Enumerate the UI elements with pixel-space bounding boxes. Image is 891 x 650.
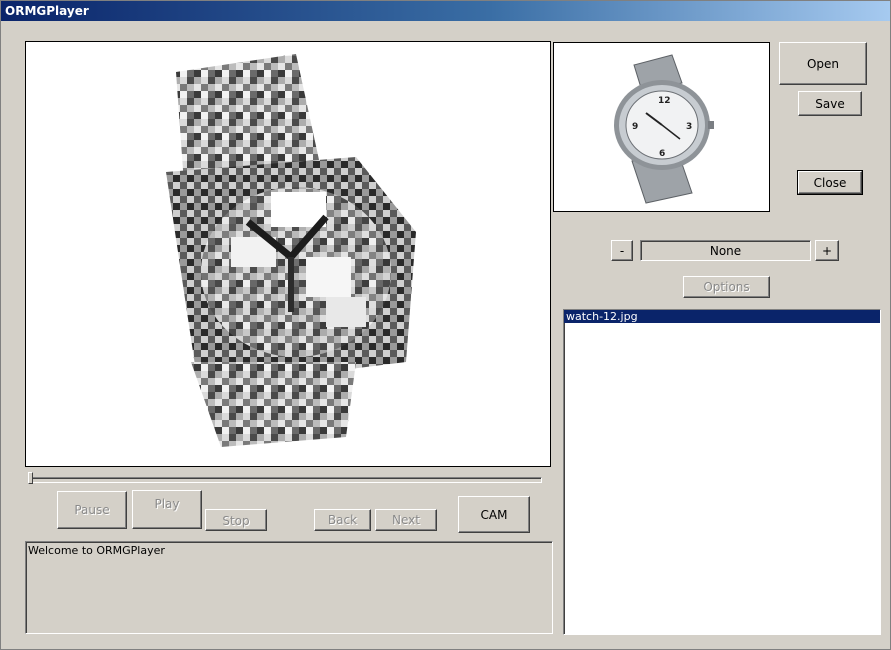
title-bar[interactable]: ORMGPlayer — [1, 1, 890, 21]
save-button[interactable]: Save — [798, 91, 862, 116]
video-display — [25, 41, 551, 467]
play-button[interactable]: Play — [132, 490, 202, 529]
close-button[interactable]: Close — [797, 170, 863, 195]
next-button[interactable]: Next — [375, 509, 437, 531]
svg-text:12: 12 — [658, 96, 671, 106]
filter-prev-button[interactable]: - — [611, 240, 633, 261]
open-button[interactable]: Open — [779, 42, 867, 85]
list-item[interactable]: watch-12.jpg — [564, 310, 880, 323]
options-button[interactable]: Options — [683, 276, 770, 298]
seek-slider-track[interactable] — [30, 477, 542, 483]
filter-selector[interactable]: None — [640, 240, 811, 261]
status-log: Welcome to ORMGPlayer — [25, 541, 553, 634]
svg-text:3: 3 — [686, 122, 692, 132]
preview-thumbnail: 12 3 6 9 — [553, 42, 770, 212]
seek-slider-thumb[interactable] — [28, 472, 33, 484]
stop-button[interactable]: Stop — [205, 509, 267, 531]
pixelated-watch-image — [166, 54, 416, 447]
svg-text:6: 6 — [659, 149, 665, 159]
watch-photo: 12 3 6 9 — [614, 54, 714, 204]
cam-button[interactable]: CAM — [458, 496, 530, 533]
filter-next-button[interactable]: + — [815, 240, 839, 261]
file-list[interactable]: watch-12.jpg — [563, 309, 881, 635]
back-button[interactable]: Back — [314, 509, 371, 531]
pause-button[interactable]: Pause — [57, 491, 127, 529]
svg-text:9: 9 — [632, 122, 638, 132]
main-window: ORMGPlayer 12 3 6 9 Open Save Close - No… — [0, 0, 891, 650]
